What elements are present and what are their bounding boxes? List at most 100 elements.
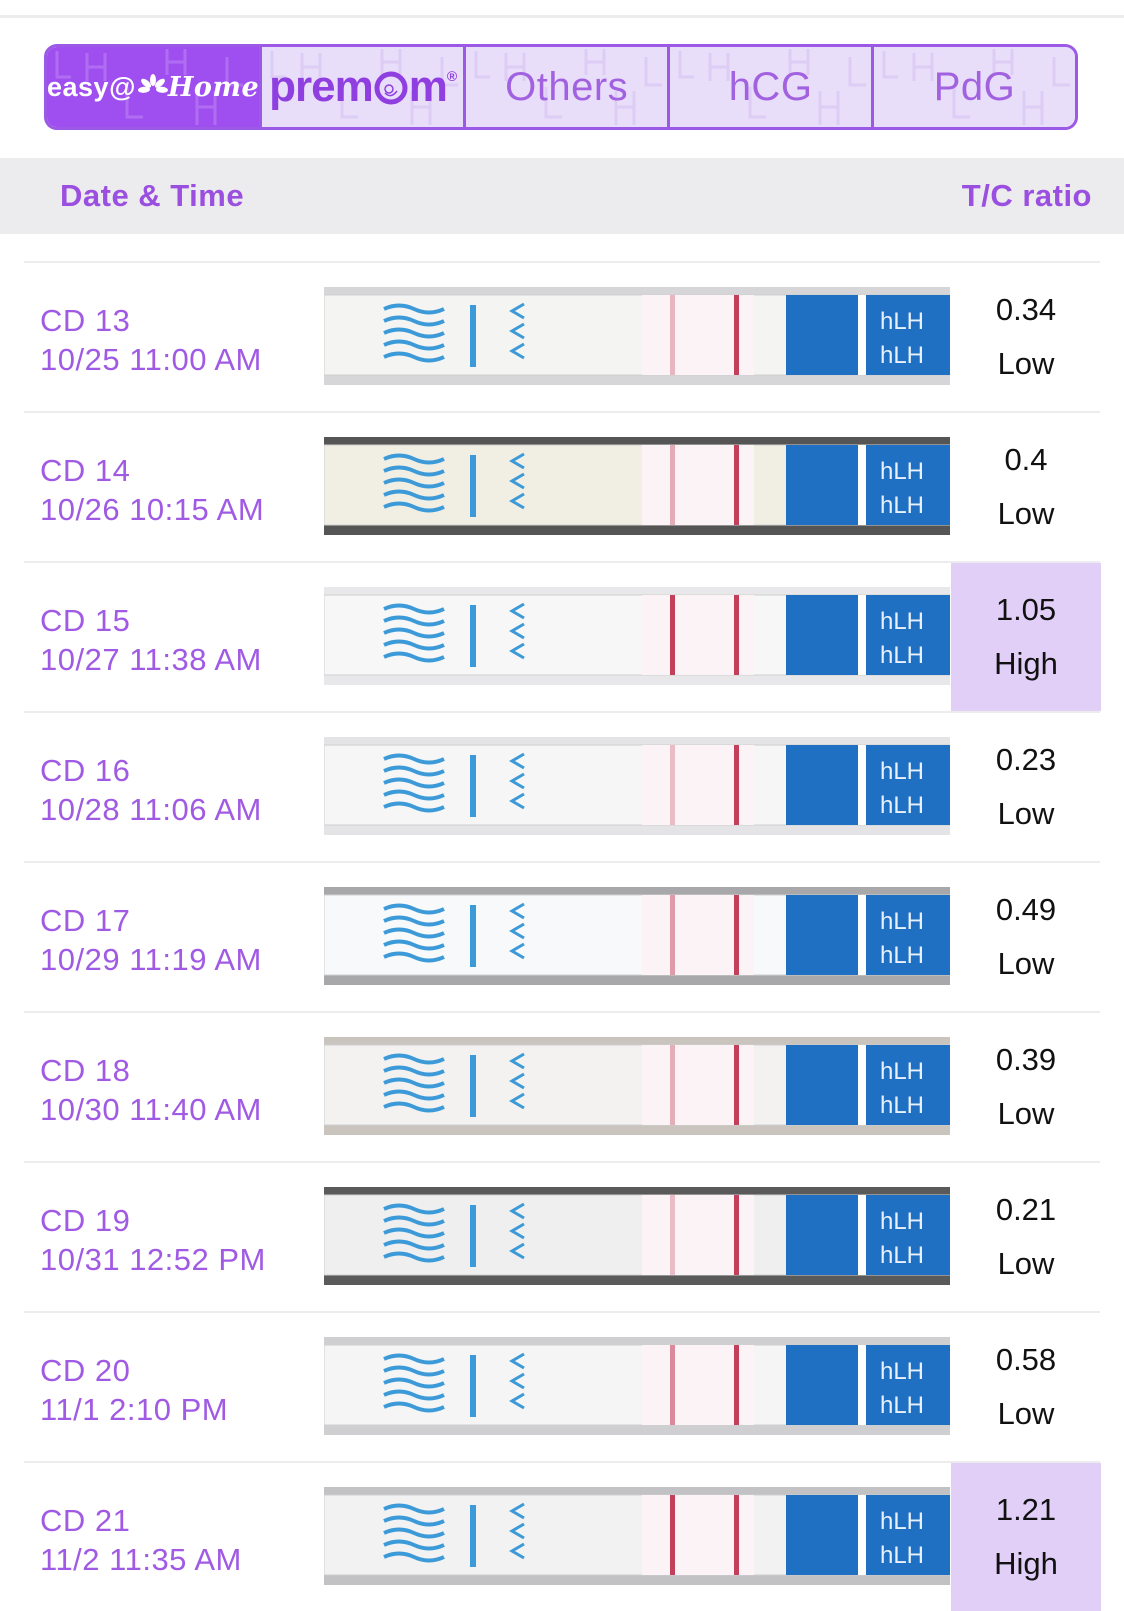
handle-divider bbox=[858, 1195, 866, 1275]
test-strip-photo: hLH hLH bbox=[324, 887, 950, 985]
control-line bbox=[734, 595, 739, 675]
cycle-day: CD 14 bbox=[40, 453, 131, 488]
test-line bbox=[670, 1495, 675, 1575]
flower-icon bbox=[137, 73, 168, 93]
tc-ratio-cell: 0.21 Low bbox=[951, 1163, 1101, 1311]
tc-ratio-cell: 0.58 Low bbox=[951, 1313, 1101, 1461]
handle-divider bbox=[858, 445, 866, 525]
test-line bbox=[670, 1345, 675, 1425]
lh-level-label: High bbox=[994, 646, 1058, 681]
strip-bar-mark bbox=[470, 905, 476, 967]
tc-ratio-cell: 0.39 Low bbox=[951, 1013, 1101, 1161]
strip-hlh-label: hLH bbox=[880, 1358, 924, 1385]
control-line bbox=[734, 1195, 739, 1275]
strip-bar-mark bbox=[470, 1205, 476, 1267]
result-row[interactable]: CD 18 10/30 11:40 AM hLH hLH 0.39 Low bbox=[24, 1011, 1100, 1161]
column-header: Date & Time T/C ratio bbox=[0, 158, 1124, 234]
header-tc-ratio: T/C ratio bbox=[961, 178, 1092, 213]
result-row[interactable]: CD 15 10/27 11:38 AM hLH hLH 1.05 High bbox=[24, 561, 1101, 711]
strip-hlh-label: hLH bbox=[880, 758, 924, 785]
tab-easy-home[interactable]: easy@ Home bbox=[47, 47, 260, 127]
tab-hcg-label: hCG bbox=[728, 64, 813, 109]
test-strip-photo: hLH hLH bbox=[324, 1487, 950, 1585]
control-line bbox=[734, 895, 739, 975]
handle-divider bbox=[858, 295, 866, 375]
strip-hlh-label: hLH bbox=[880, 1208, 924, 1235]
cycle-day: CD 20 bbox=[40, 1353, 131, 1388]
tc-ratio-value: 0.4 bbox=[1004, 442, 1048, 477]
baby-o-icon bbox=[374, 71, 408, 105]
handle-divider bbox=[858, 1345, 866, 1425]
brand-tab-bar: easy@ Home prem m ® Others hCG PdG bbox=[44, 44, 1078, 130]
result-row[interactable]: CD 21 11/2 11:35 AM hLH hLH 1.21 High bbox=[24, 1461, 1101, 1611]
strip-bar-mark bbox=[470, 605, 476, 667]
tc-ratio-cell: 0.23 Low bbox=[951, 713, 1101, 861]
handle-divider bbox=[858, 1495, 866, 1575]
strip-handle bbox=[786, 1045, 950, 1125]
tc-ratio-value: 0.34 bbox=[995, 292, 1057, 327]
test-strip-photo: hLH hLH bbox=[324, 1337, 950, 1435]
strip-handle bbox=[786, 1495, 950, 1575]
result-row[interactable]: CD 13 10/25 11:00 AM hLH hLH 0.34 Low bbox=[24, 261, 1100, 411]
test-line bbox=[670, 295, 675, 375]
handle-divider bbox=[858, 595, 866, 675]
cycle-day: CD 15 bbox=[40, 603, 131, 638]
strip-hlh-label: hLH bbox=[880, 908, 924, 935]
tc-ratio-value: 0.21 bbox=[995, 1192, 1057, 1227]
test-datetime: 10/30 11:40 AM bbox=[40, 1092, 262, 1127]
lh-level-label: Low bbox=[997, 1396, 1055, 1431]
tab-pdg[interactable]: PdG bbox=[871, 47, 1075, 127]
cycle-day: CD 13 bbox=[40, 303, 131, 338]
premom-logo-prefix: prem bbox=[269, 62, 374, 111]
tc-ratio-cell: 0.34 Low bbox=[951, 263, 1101, 411]
test-datetime: 10/29 11:19 AM bbox=[40, 942, 262, 977]
strip-bar-mark bbox=[470, 1505, 476, 1567]
test-strip-photo: hLH hLH bbox=[324, 1037, 950, 1135]
registered-mark: ® bbox=[446, 68, 457, 84]
control-line bbox=[734, 1495, 739, 1575]
strip-handle bbox=[786, 295, 950, 375]
test-datetime: 11/1 2:10 PM bbox=[40, 1392, 229, 1427]
cycle-day: CD 17 bbox=[40, 903, 131, 938]
tc-ratio-value: 1.21 bbox=[995, 1492, 1057, 1527]
tab-pdg-label: PdG bbox=[933, 64, 1016, 109]
handle-divider bbox=[858, 1045, 866, 1125]
cycle-day: CD 21 bbox=[40, 1503, 131, 1538]
result-date: CD 15 10/27 11:38 AM bbox=[40, 601, 262, 679]
test-strip-photo: hLH hLH bbox=[324, 587, 950, 685]
result-row[interactable]: CD 14 10/26 10:15 AM hLH hLH 0.4 Low bbox=[24, 411, 1100, 561]
result-row[interactable]: CD 19 10/31 12:52 PM hLH hLH 0.21 Low bbox=[24, 1161, 1100, 1311]
strip-bar-mark bbox=[470, 755, 476, 817]
top-divider bbox=[0, 15, 1124, 18]
strip-hlh-label: hLH bbox=[880, 1092, 924, 1119]
lh-level-label: Low bbox=[997, 796, 1055, 831]
premom-logo: prem m ® bbox=[269, 62, 457, 112]
test-line bbox=[670, 445, 675, 525]
result-date: CD 13 10/25 11:00 AM bbox=[40, 301, 262, 379]
strip-hlh-label: hLH bbox=[880, 1392, 924, 1419]
strip-handle bbox=[786, 445, 950, 525]
result-row[interactable]: CD 17 10/29 11:19 AM hLH hLH 0.49 Low bbox=[24, 861, 1100, 1011]
strip-hlh-label: hLH bbox=[880, 342, 924, 369]
cycle-day: CD 19 bbox=[40, 1203, 131, 1238]
result-row[interactable]: CD 16 10/28 11:06 AM hLH hLH 0.23 Low bbox=[24, 711, 1100, 861]
tab-hcg[interactable]: hCG bbox=[667, 47, 872, 127]
tab-premom[interactable]: prem m ® bbox=[259, 47, 464, 127]
strip-hlh-label: hLH bbox=[880, 458, 924, 485]
lh-level-label: Low bbox=[997, 496, 1055, 531]
strip-hlh-label: hLH bbox=[880, 1542, 924, 1569]
result-row[interactable]: CD 20 11/1 2:10 PM hLH hLH 0.58 Low bbox=[24, 1311, 1100, 1461]
test-line bbox=[670, 1045, 675, 1125]
strip-bar-mark bbox=[470, 1055, 476, 1117]
test-strip-photo: hLH hLH bbox=[324, 287, 950, 385]
control-line bbox=[734, 1345, 739, 1425]
tc-ratio-value: 0.49 bbox=[995, 892, 1057, 927]
tc-ratio-cell: 0.4 Low bbox=[951, 413, 1101, 561]
result-date: CD 20 11/1 2:10 PM bbox=[40, 1351, 228, 1429]
result-date: CD 19 10/31 12:52 PM bbox=[40, 1201, 266, 1279]
tab-others[interactable]: Others bbox=[463, 47, 668, 127]
test-strip-photo: hLH hLH bbox=[324, 437, 950, 535]
strip-hlh-label: hLH bbox=[880, 642, 924, 669]
tc-ratio-cell-high: 1.05 High bbox=[951, 563, 1101, 711]
strip-hlh-label: hLH bbox=[880, 1058, 924, 1085]
